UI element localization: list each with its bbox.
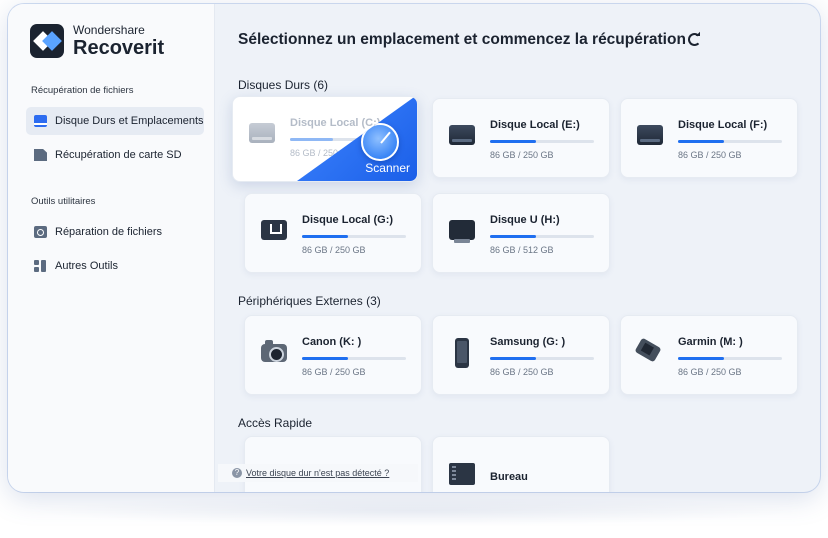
- page-title: Sélectionnez un emplacement et commencez…: [238, 31, 686, 48]
- drive-not-detected-help[interactable]: ? Votre disque dur n'est pas détecté ?: [218, 464, 418, 482]
- sidebar-section-file-recovery: Récupération de fichiers: [31, 85, 134, 96]
- app-window: Wondershare Recoverit Récupération de fi…: [8, 4, 820, 492]
- drive-size: 86 GB / 512 GB: [490, 245, 554, 255]
- sidebar-section-utilities: Outils utilitaires: [31, 196, 96, 207]
- usage-bar: [678, 140, 782, 143]
- sd-card-icon: [34, 149, 47, 161]
- drive-name: Disque U (H:): [490, 214, 560, 226]
- drive-name: Disque Local (C:): [290, 117, 381, 129]
- question-icon: ?: [232, 468, 242, 478]
- drive-name: Disque Local (F:): [678, 119, 768, 131]
- usage-bar: [302, 357, 406, 360]
- app-logo: Wondershare Recoverit: [30, 24, 164, 58]
- device-name: Canon (K: ): [302, 336, 362, 348]
- drive-name: Disque Local (G:): [302, 214, 394, 226]
- sidebar-item-sd-recovery[interactable]: Récupération de carte SD: [26, 141, 204, 169]
- hard-drive-icon: [449, 125, 475, 145]
- usage-bar-fill: [302, 357, 348, 360]
- drive-card-g[interactable]: Disque Local (G:) 86 GB / 250 GB: [244, 193, 422, 273]
- device-size: 86 GB / 250 GB: [678, 367, 742, 377]
- device-name: Samsung (G: ): [490, 336, 566, 348]
- refresh-icon[interactable]: [688, 33, 701, 46]
- file-repair-icon: [34, 226, 47, 238]
- sidebar: Wondershare Recoverit Récupération de fi…: [8, 4, 215, 492]
- drive-card-e[interactable]: Disque Local (E:) 86 GB / 250 GB: [432, 98, 610, 178]
- hard-drive-icon: [637, 125, 663, 145]
- device-name: Garmin (M: ): [678, 336, 743, 348]
- sidebar-item-label: Réparation de fichiers: [55, 226, 163, 238]
- hard-drive-icon: [34, 115, 47, 127]
- usage-bar: [302, 235, 406, 238]
- hard-drives-title: Disques Durs (6): [238, 78, 329, 92]
- usage-bar-fill: [490, 140, 536, 143]
- usage-bar-fill: [678, 357, 724, 360]
- usb-drive-icon: [261, 220, 287, 240]
- sidebar-item-other-tools[interactable]: Autres Outils: [26, 252, 204, 280]
- device-size: 86 GB / 250 GB: [490, 367, 554, 377]
- drive-size: 86 GB / 250 GB: [678, 150, 742, 160]
- usage-bar-fill: [290, 138, 333, 141]
- usb-stick-icon: [449, 220, 475, 243]
- usage-bar-fill: [490, 357, 536, 360]
- drive-size: 86 GB / 250 GB: [302, 245, 366, 255]
- main-panel: Sélectionnez un emplacement et commencez…: [216, 4, 820, 492]
- external-devices-title: Périphériques Externes (3): [238, 294, 381, 308]
- usage-bar: [490, 357, 594, 360]
- hard-drive-icon: [249, 123, 275, 143]
- brand-company: Wondershare: [73, 23, 145, 37]
- drive-card-c[interactable]: Disque Local (C:) 86 GB / 250 GB Scanner: [232, 96, 418, 182]
- location-name: Bureau: [490, 471, 528, 483]
- gps-device-icon: [634, 337, 662, 363]
- drive-card-h[interactable]: Disque U (H:) 86 GB / 512 GB: [432, 193, 610, 273]
- device-card-garmin[interactable]: Garmin (M: ) 86 GB / 250 GB: [620, 315, 798, 395]
- help-link[interactable]: Votre disque dur n'est pas détecté ?: [246, 468, 389, 478]
- grid-tools-icon: [34, 260, 47, 272]
- device-card-canon[interactable]: Canon (K: ) 86 GB / 250 GB: [244, 315, 422, 395]
- brand-product: Recoverit: [73, 37, 165, 59]
- sidebar-item-label: Récupération de carte SD: [55, 149, 182, 161]
- usage-bar: [490, 235, 594, 238]
- window-shadow: [30, 496, 800, 526]
- quick-access-card-desktop[interactable]: Bureau: [432, 436, 610, 492]
- camera-icon: [261, 340, 287, 362]
- usage-bar-fill: [678, 140, 724, 143]
- drive-size: 86 GB / 250 GB: [490, 150, 554, 160]
- desktop-folder-icon: [449, 463, 475, 485]
- sidebar-item-label: Autres Outils: [55, 260, 118, 272]
- sidebar-item-file-repair[interactable]: Réparation de fichiers: [26, 218, 204, 246]
- device-card-samsung[interactable]: Samsung (G: ) 86 GB / 250 GB: [432, 315, 610, 395]
- drive-name: Disque Local (E:): [490, 119, 580, 131]
- usage-bar: [678, 357, 782, 360]
- quick-access-title: Accès Rapide: [238, 416, 313, 430]
- drive-card-f[interactable]: Disque Local (F:) 86 GB / 250 GB: [620, 98, 798, 178]
- usage-bar: [490, 140, 594, 143]
- scan-button-label: Scanner: [365, 161, 410, 175]
- device-size: 86 GB / 250 GB: [302, 367, 366, 377]
- usage-bar-fill: [302, 235, 348, 238]
- sidebar-item-hard-drives[interactable]: Disque Durs et Emplacements: [26, 107, 204, 135]
- sidebar-item-label: Disque Durs et Emplacements: [55, 115, 204, 127]
- usage-bar-fill: [490, 235, 536, 238]
- recoverit-logo-icon: [30, 24, 64, 58]
- phone-icon: [455, 338, 469, 368]
